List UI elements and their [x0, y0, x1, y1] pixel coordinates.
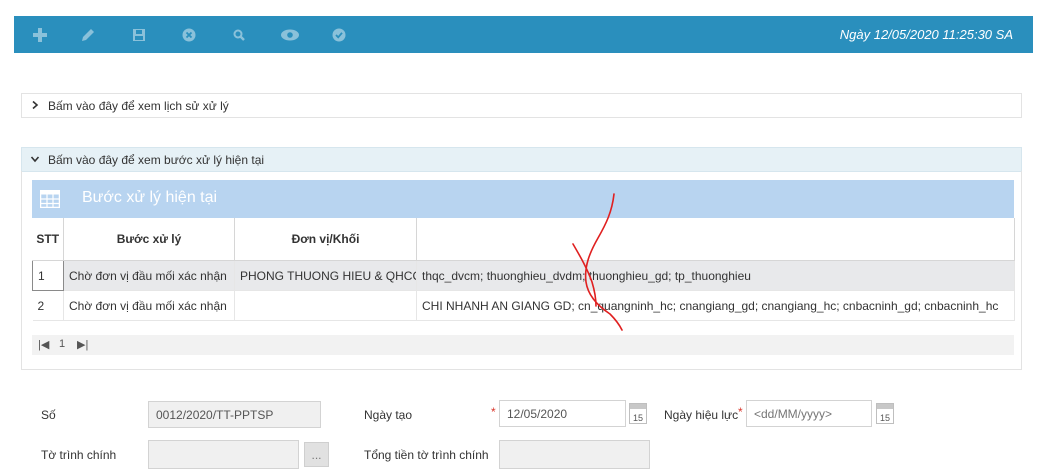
table-header-row: STT Bước xử lý Đơn vị/Khối: [32, 218, 1015, 261]
ngay-hieu-luc-required-mark: *: [738, 405, 743, 419]
ngay-hieu-luc-label: Ngày hiệu lực: [664, 408, 739, 422]
approve-icon[interactable]: [330, 26, 348, 44]
save-icon[interactable]: [130, 26, 148, 44]
pager-current-page[interactable]: 1: [59, 338, 65, 350]
table-icon: [40, 190, 60, 208]
chevron-down-icon: [30, 156, 40, 163]
ngay-tao-field[interactable]: [499, 400, 626, 427]
calendar-day-number: 15: [632, 413, 643, 423]
table-row[interactable]: 1 Chờ đơn vị đầu mối xác nhận PHONG THUO…: [32, 260, 1015, 291]
cell-unit: PHONG THUONG HIEU & QHCC: [234, 260, 417, 291]
to-trinh-chinh-label: Tờ trình chính: [41, 448, 117, 462]
column-header-unit[interactable]: Đơn vị/Khối: [234, 218, 417, 261]
current-datetime: Ngày 12/05/2020 11:25:30 SA: [839, 27, 1013, 42]
cell-stt: 1: [32, 260, 64, 291]
cell-step: Chờ đơn vị đầu mối xác nhận: [63, 290, 235, 321]
grid-pager: |◀ 1 ▶|: [32, 335, 1014, 355]
edit-icon[interactable]: [79, 26, 97, 44]
delete-icon[interactable]: [180, 26, 198, 44]
calendar-day-number: 15: [879, 413, 890, 423]
history-panel-header[interactable]: Bấm vào đây để xem lịch sử xử lý: [21, 93, 1022, 118]
column-header-users[interactable]: [416, 218, 1015, 261]
calendar-icon[interactable]: 15: [629, 403, 647, 424]
chevron-right-icon: [32, 100, 39, 110]
ngay-hieu-luc-field[interactable]: [746, 400, 872, 427]
ngay-tao-label: Ngày tạo: [364, 408, 413, 422]
cell-step: Chờ đơn vị đầu mối xác nhận: [63, 260, 235, 291]
so-label: Số: [41, 408, 56, 422]
history-panel-label: Bấm vào đây để xem lịch sử xử lý: [48, 99, 229, 113]
tong-tien-field[interactable]: [499, 440, 650, 469]
cell-users: CHI NHANH AN GIANG GD; cn_quangninh_hc; …: [416, 290, 1015, 321]
browse-button[interactable]: ...: [304, 442, 329, 467]
cell-stt: 2: [32, 290, 64, 321]
column-header-stt[interactable]: STT: [32, 218, 64, 261]
toolbar: Ngày 12/05/2020 11:25:30 SA: [14, 16, 1033, 53]
cell-users: thqc_dvcm; thuonghieu_dvdm; thuonghieu_g…: [416, 260, 1015, 291]
calendar-icon[interactable]: 15: [876, 403, 894, 424]
column-header-step[interactable]: Bước xử lý: [63, 218, 235, 261]
grid-title: Bước xử lý hiện tại: [82, 189, 218, 206]
view-icon[interactable]: [279, 26, 301, 44]
cell-unit: [234, 290, 417, 321]
so-field[interactable]: [148, 401, 321, 428]
current-step-table: STT Bước xử lý Đơn vị/Khối 1 Chờ đơn vị …: [32, 218, 1015, 321]
current-step-panel-label: Bấm vào đây để xem bước xử lý hiện tại: [48, 153, 265, 167]
grid-title-bar: Bước xử lý hiện tại: [32, 180, 1014, 218]
current-step-panel-header[interactable]: Bấm vào đây để xem bước xử lý hiện tại: [21, 147, 1022, 172]
to-trinh-chinh-field[interactable]: [148, 440, 299, 469]
first-page-icon[interactable]: |◀: [38, 338, 49, 351]
last-page-icon[interactable]: ▶|: [77, 338, 88, 351]
add-icon[interactable]: [31, 26, 49, 44]
table-row[interactable]: 2 Chờ đơn vị đầu mối xác nhận CHI NHANH …: [32, 290, 1015, 321]
ngay-tao-required-mark: *: [491, 405, 496, 419]
tong-tien-label: Tổng tiền tờ trình chính: [364, 448, 489, 462]
search-icon[interactable]: [230, 26, 248, 44]
